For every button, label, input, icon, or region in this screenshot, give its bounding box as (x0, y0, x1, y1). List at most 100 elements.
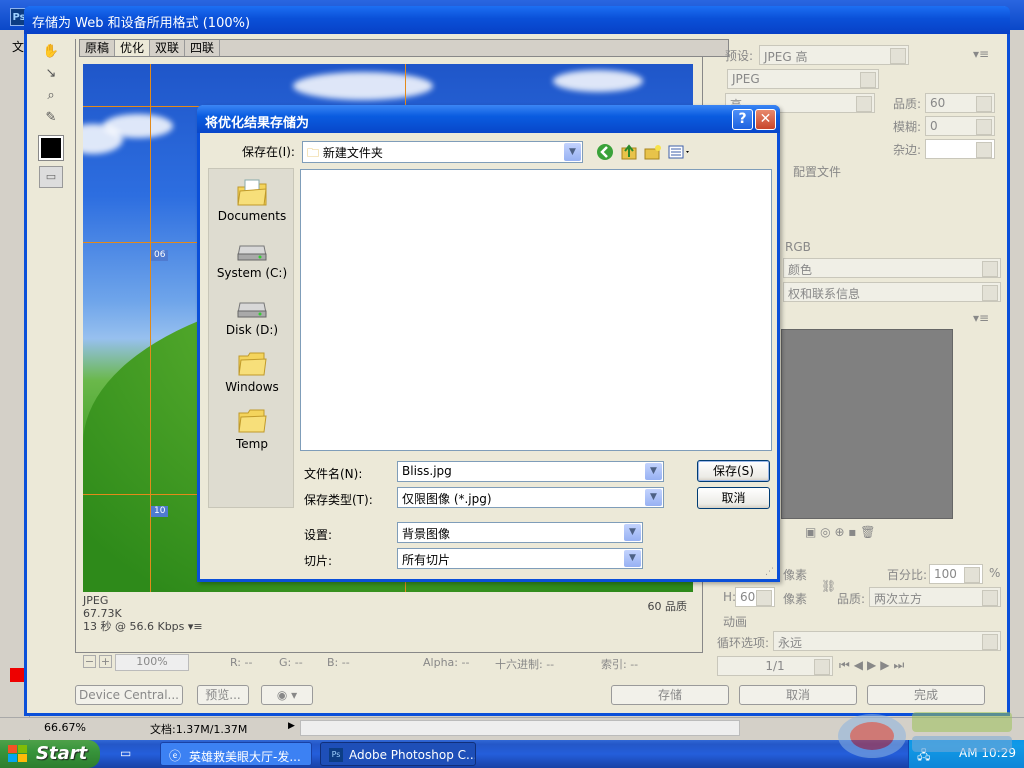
quality2-label: 品质: (837, 592, 866, 606)
tab-2up[interactable]: 双联 (150, 40, 186, 56)
settings-value: 背景图像 (402, 527, 451, 541)
slices-select[interactable]: 所有切片 ▼ (397, 548, 643, 569)
quicklaunch-desktop-icon[interactable]: ▭ (120, 746, 131, 760)
place-windows[interactable]: Windows (209, 348, 295, 394)
eyedropper-color-swatch[interactable] (38, 135, 64, 161)
save-for-web-title: 存储为 Web 和设备所用格式 (100%) (24, 6, 1010, 34)
tab-optimized[interactable]: 优化 (115, 40, 151, 56)
hard-drive-icon (236, 291, 268, 321)
status-arrow-icon[interactable]: ▶ (288, 721, 295, 731)
view-menu-icon[interactable] (668, 143, 692, 161)
back-icon[interactable] (596, 143, 616, 161)
tab-4up[interactable]: 四联 (185, 40, 221, 56)
photoshop-panel-strip (1008, 30, 1024, 740)
slice-label: 06 (151, 250, 169, 261)
status-zoom[interactable]: 66.67% (44, 721, 86, 734)
panel-menu-icon[interactable]: ▾≡ (973, 47, 989, 61)
help-button[interactable]: ? (732, 109, 753, 130)
folder-icon: 🗀 (307, 146, 320, 160)
readout-r: R: -- (230, 656, 253, 669)
rgb-text: RGB (785, 240, 811, 254)
horizontal-scrollbar[interactable] (300, 720, 740, 736)
dialog-save-button[interactable]: 保存(S) (697, 460, 770, 482)
save-in-value: 新建文件夹 (322, 146, 383, 160)
tab-original[interactable]: 原稿 (80, 40, 116, 56)
height-input[interactable]: 600 (735, 587, 775, 607)
save-optimized-dialog: 将优化结果存储为 ? ✕ 保存在(I): 🗀 新建文件夹 ▼ Documents… (197, 105, 780, 582)
documents-folder-icon (236, 177, 268, 207)
filetype-select[interactable]: 仅限图像 (*.jpg) ▼ (397, 487, 664, 508)
percent-input[interactable]: 100 (929, 564, 983, 584)
color-select[interactable]: 颜色 (783, 258, 1001, 278)
eyedropper-tool-icon[interactable]: ✎ (39, 106, 63, 128)
metadata-select[interactable]: 权和联系信息 (783, 282, 1001, 302)
cloud (553, 70, 643, 92)
loop-select[interactable]: 永远 (773, 631, 1001, 651)
windows-logo-icon (8, 745, 28, 768)
toggle-slices-icon[interactable]: ▭ (39, 166, 63, 188)
preview-button[interactable]: 预览... (197, 685, 249, 705)
task-browser[interactable]: ⓔ 英雄救美眼大厅-发... (160, 742, 312, 766)
place-label: Temp (236, 437, 268, 451)
filename-input[interactable]: Bliss.jpg ▼ (397, 461, 664, 482)
zoom-in-icon[interactable]: + (99, 655, 112, 668)
palette-tools-icon[interactable]: ▣ ◎ ⊕ ▪ 🗑 (805, 525, 876, 539)
place-documents[interactable]: Documents (209, 177, 295, 223)
quality-input[interactable]: 60 (925, 93, 995, 113)
zoom-out-icon[interactable]: − (83, 655, 96, 668)
panel-menu-icon[interactable]: ▾≡ (973, 311, 989, 325)
file-list[interactable] (300, 169, 772, 451)
browser-preview-button[interactable]: ◉ ▾ (261, 685, 313, 705)
readout-alpha: Alpha: -- (423, 656, 470, 669)
settings-select[interactable]: 背景图像 ▼ (397, 522, 643, 543)
resize-grip-icon[interactable]: ⋰ (765, 567, 774, 577)
foreground-color-swatch[interactable] (10, 668, 24, 682)
matte-select[interactable] (925, 139, 995, 159)
info-download-time: 13 秒 @ 56.6 Kbps (83, 620, 185, 633)
info-format: JPEG (83, 594, 109, 607)
blur-label: 模糊: (893, 120, 922, 134)
place-disk-d[interactable]: Disk (D:) (209, 291, 295, 337)
save-in-select[interactable]: 🗀 新建文件夹 ▼ (302, 141, 583, 163)
dialog-cancel-button[interactable]: 取消 (697, 487, 770, 509)
format-select[interactable]: JPEG (727, 69, 879, 89)
place-system-c[interactable]: System (C:) (209, 234, 295, 280)
info-size: 67.73K (83, 607, 122, 620)
dialog-title: 将优化结果存储为 (197, 105, 780, 133)
save-button[interactable]: 存储 (611, 685, 729, 705)
start-button[interactable]: Start (0, 740, 100, 768)
menu-file[interactable]: 文 (12, 38, 24, 55)
settings-label: 设置: (304, 528, 333, 542)
chevron-down-icon: ▼ (624, 550, 641, 567)
percent-label: 百分比: (887, 568, 928, 582)
link-icon[interactable]: ⛓ (821, 579, 836, 593)
place-label: Windows (225, 380, 279, 394)
watermark-logo (832, 702, 1020, 762)
chevron-down-icon: ▼ (564, 143, 581, 161)
zoom-readout-bar: − + 100% R: -- G: -- B: -- Alpha: -- 十六进… (75, 654, 703, 672)
resample-select[interactable]: 两次立方 (869, 587, 1001, 607)
loop-label: 循环选项: (717, 636, 770, 650)
readout-g: G: -- (279, 656, 303, 669)
animation-controls-icon[interactable]: ⏮◀▶▶⏭ (839, 658, 908, 673)
filename-label: 文件名(N): (304, 467, 363, 481)
place-temp[interactable]: Temp (209, 405, 295, 451)
info-menu-icon[interactable]: ▾≡ (188, 620, 203, 633)
places-bar: Documents System (C:) Disk (D:) Windows … (208, 168, 294, 508)
task-photoshop[interactable]: Ps Adobe Photoshop C... (320, 742, 476, 766)
place-label: Documents (217, 209, 287, 223)
color-table[interactable] (781, 329, 953, 519)
task-label: 英雄救美眼大厅-发... (189, 750, 301, 764)
task-label: Adobe Photoshop C... (349, 748, 476, 762)
slice-select-tool-icon[interactable]: ↘ (39, 62, 63, 84)
new-folder-icon[interactable] (644, 143, 664, 161)
preset-select[interactable]: JPEG 高 (759, 45, 909, 65)
zoom-tool-icon[interactable]: ⌕ (39, 84, 63, 106)
close-button[interactable]: ✕ (755, 109, 776, 130)
device-central-button[interactable]: Device Central... (75, 685, 183, 705)
chevron-down-icon: ▼ (624, 524, 641, 541)
hand-tool-icon[interactable]: ✋ (39, 40, 63, 62)
up-folder-icon[interactable] (620, 143, 640, 161)
blur-input[interactable]: 0 (925, 116, 995, 136)
zoom-select[interactable]: 100% (115, 654, 189, 671)
